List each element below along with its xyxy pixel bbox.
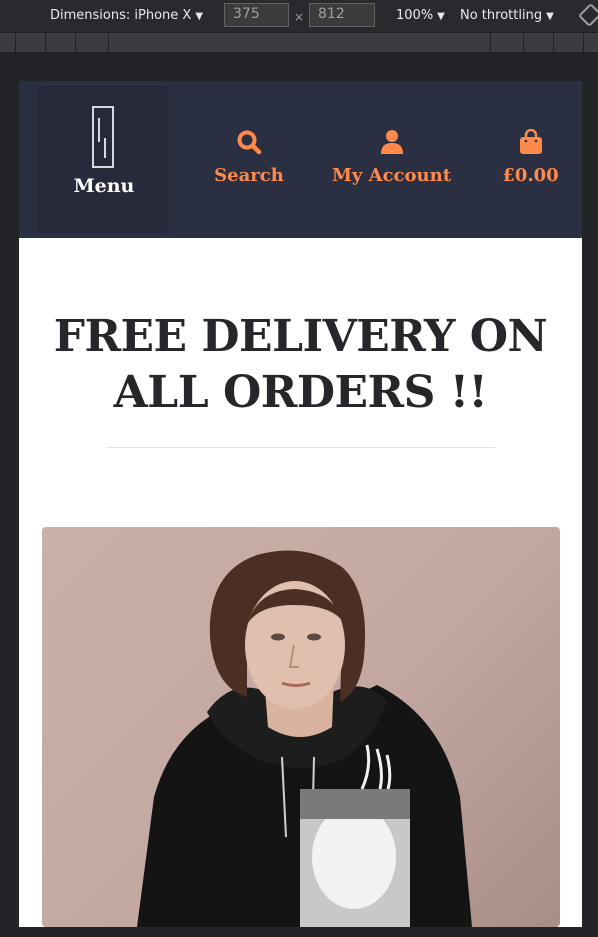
throttling-label: No throttling bbox=[460, 8, 543, 23]
menu-label: Menu bbox=[73, 175, 135, 197]
ruler-segment[interactable] bbox=[45, 33, 46, 53]
search-button[interactable]: Search bbox=[209, 129, 289, 186]
cart-total: £0.00 bbox=[502, 165, 559, 186]
chevron-down-icon: ▼ bbox=[437, 11, 445, 22]
rotate-icon[interactable] bbox=[577, 2, 598, 28]
divider bbox=[106, 447, 495, 448]
media-query-ruler[interactable] bbox=[0, 32, 598, 53]
zoom-label: 100% bbox=[396, 8, 434, 23]
ruler-segment[interactable] bbox=[523, 33, 524, 53]
ruler-segment[interactable] bbox=[553, 33, 554, 53]
devtools-device-toolbar: Dimensions: iPhone X ▼ 375 × 812 100% ▼ No… bbox=[0, 0, 598, 32]
ruler-segment[interactable] bbox=[15, 33, 16, 53]
ruler-segment[interactable] bbox=[583, 33, 584, 53]
chevron-down-icon: ▼ bbox=[195, 11, 204, 22]
search-icon bbox=[237, 130, 262, 155]
my-account-button[interactable]: My Account bbox=[329, 129, 454, 186]
cart-button[interactable]: £0.00 bbox=[493, 129, 568, 186]
zoom-dropdown[interactable]: 100% ▼ bbox=[396, 8, 445, 23]
chevron-down-icon: ▼ bbox=[546, 11, 554, 22]
shopping-bag-icon bbox=[519, 129, 542, 154]
promo-line-2: ALL ORDERS !! bbox=[113, 367, 488, 418]
device-dimensions-dropdown[interactable]: Dimensions: iPhone X ▼ bbox=[50, 8, 203, 23]
product-image[interactable] bbox=[42, 527, 560, 927]
viewport-height-input[interactable]: 812 bbox=[309, 3, 375, 27]
device-viewport: Menu Search My Account £0.00 FREE DELIVE… bbox=[19, 81, 582, 927]
search-label: Search bbox=[214, 165, 284, 186]
ruler-segment[interactable] bbox=[490, 33, 491, 53]
device-dimensions-label: Dimensions: iPhone X bbox=[50, 8, 192, 23]
my-account-label: My Account bbox=[331, 165, 452, 186]
menu-button[interactable]: Menu bbox=[38, 86, 168, 233]
promo-heading: FREE DELIVERY ON ALL ORDERS !! bbox=[19, 309, 582, 421]
site-logo bbox=[92, 106, 114, 168]
model-hoodie-illustration bbox=[137, 550, 472, 927]
site-header: Menu Search My Account £0.00 bbox=[19, 81, 582, 238]
user-icon bbox=[380, 130, 403, 154]
viewport-width-input[interactable]: 375 bbox=[224, 3, 289, 27]
throttling-dropdown[interactable]: No throttling ▼ bbox=[460, 8, 554, 23]
promo-line-1: FREE DELIVERY ON bbox=[53, 311, 548, 362]
ruler-segment[interactable] bbox=[75, 33, 76, 53]
ruler-segment[interactable] bbox=[108, 33, 109, 53]
times-sign: × bbox=[294, 10, 305, 24]
